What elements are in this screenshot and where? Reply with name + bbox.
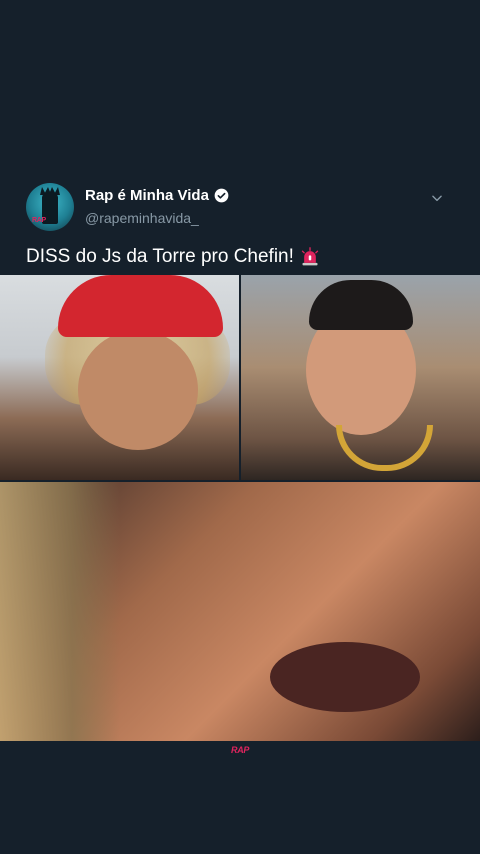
avatar[interactable]: RAP <box>26 183 74 231</box>
chevron-down-icon[interactable] <box>430 191 444 205</box>
watermark-text: RAP <box>231 745 250 755</box>
photo-3-hair <box>0 482 120 741</box>
avatar-logo: RAP <box>32 217 46 224</box>
media-grid[interactable] <box>0 275 480 741</box>
photo-1-face <box>78 330 198 450</box>
photo-2[interactable] <box>241 275 480 480</box>
display-name[interactable]: Rap é Minha Vida <box>85 187 209 204</box>
verified-icon <box>214 188 229 203</box>
screen: RAP Rap é Minha Vida @rapeminhavida_ DIS… <box>0 0 480 854</box>
siren-icon <box>301 247 319 266</box>
photo-2-chain <box>336 425 433 471</box>
watermark-logo: RAP <box>231 745 249 755</box>
name-row: Rap é Minha Vida <box>85 187 229 204</box>
photo-3[interactable] <box>0 482 480 741</box>
tweet-text-row: DISS do Js da Torre pro Chefin! <box>26 246 320 268</box>
handle[interactable]: @rapeminhavida_ <box>85 210 199 226</box>
photo-3-lip <box>270 642 420 712</box>
photo-1-cap <box>58 275 223 337</box>
photo-1[interactable] <box>0 275 239 480</box>
photo-2-hair <box>309 280 413 330</box>
tweet-text: DISS do Js da Torre pro Chefin! <box>26 246 294 267</box>
tweet-header: RAP Rap é Minha Vida @rapeminhavida_ <box>26 183 456 233</box>
